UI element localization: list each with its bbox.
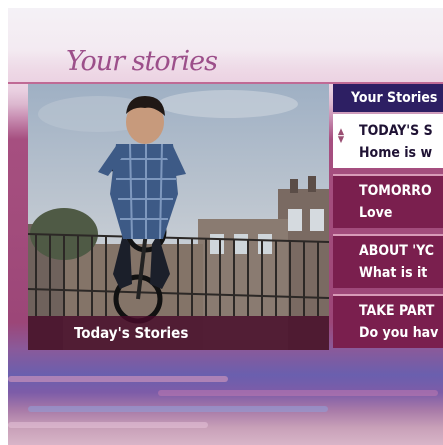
background-streak <box>158 390 438 396</box>
background-streak <box>8 422 208 428</box>
menu-header: Your Stories <box>333 84 443 112</box>
menu-item-title: TOMORRO <box>359 183 432 199</box>
menu-item-take-part[interactable]: TAKE PART Do you hav <box>333 294 443 348</box>
menu-item-todays-stories[interactable]: ▲ ▼ TODAY'S S Home is w <box>333 114 443 168</box>
menu-item-about-you[interactable]: ABOUT 'YC What is it <box>333 234 443 288</box>
menu-item-subtitle: Do you hav <box>359 325 439 341</box>
menu-item-title: ABOUT 'YC <box>359 243 434 259</box>
background-streak <box>28 406 328 412</box>
video-caption: Today's Stories <box>28 316 329 350</box>
menu-item-subtitle: Home is w <box>359 145 433 161</box>
video-player[interactable] <box>28 84 329 350</box>
up-down-arrow-icon[interactable]: ▲ ▼ <box>337 128 345 145</box>
menu-item-subtitle: Love <box>359 205 393 221</box>
menu-item-title: TODAY'S S <box>359 123 433 139</box>
stories-menu: Your Stories ▲ ▼ TODAY'S S Home is w TOMO… <box>333 84 443 350</box>
menu-item-title: TAKE PART <box>359 303 435 319</box>
your-stories-logo: Your stories <box>66 46 218 77</box>
menu-item-subtitle: What is it <box>359 265 428 281</box>
menu-item-tomorrow[interactable]: TOMORRO Love <box>333 174 443 228</box>
background-streak <box>8 376 228 382</box>
video-frame-bmx-rider <box>28 84 329 350</box>
